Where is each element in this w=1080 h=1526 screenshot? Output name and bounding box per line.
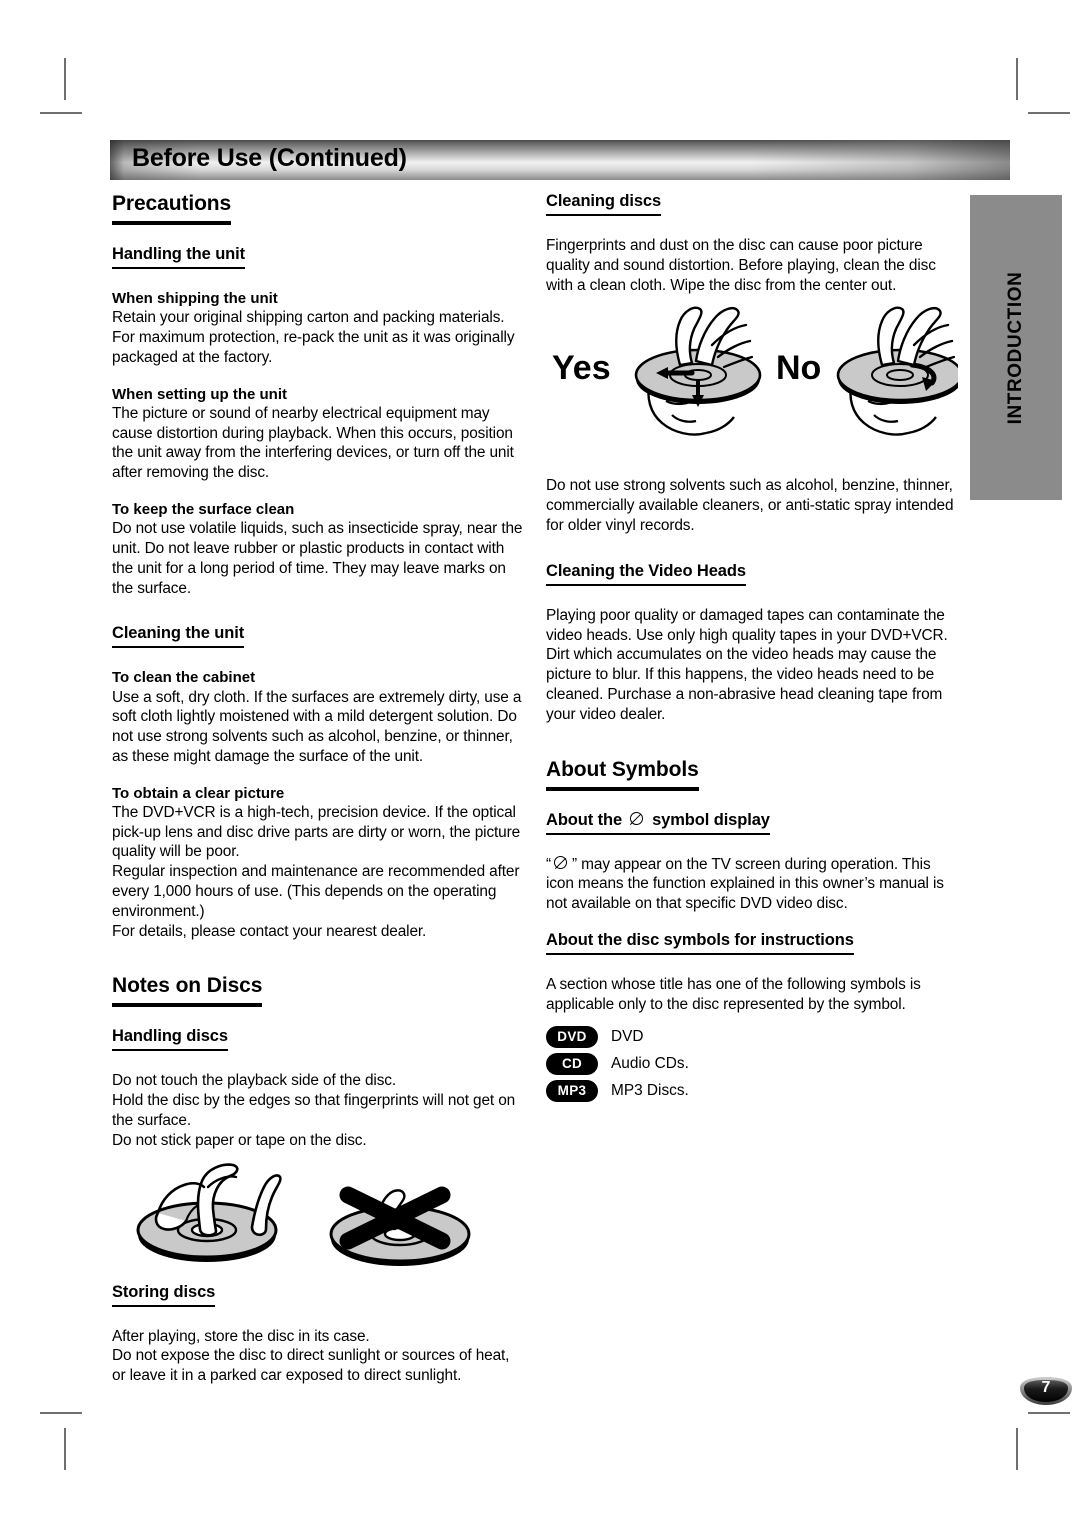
prohibition-circle-icon <box>629 811 645 827</box>
paragraph-symbol-display-text: ” may appear on the TV screen during ope… <box>546 855 944 913</box>
badge-mp3-description: MP3 Discs. <box>611 1081 689 1099</box>
crop-mark-top-left-vertical <box>64 58 66 100</box>
subheading-cleaning-discs: Cleaning discs <box>546 192 661 216</box>
minor-heading-when-shipping: When shipping the unit <box>112 290 278 307</box>
page-number-text: 7 <box>1041 1379 1051 1396</box>
badge-cd-description: Audio CDs. <box>611 1054 689 1072</box>
wipe-center-out-icon <box>634 306 762 437</box>
disc-handling-illustration <box>136 1162 471 1266</box>
quote-open: “ <box>546 855 552 873</box>
yes-label: Yes <box>552 349 611 387</box>
page-content: Before Use (Continued) INTRODUCTION Prec… <box>110 140 1072 1405</box>
paragraph-clear-picture-2: Regular inspection and maintenance are r… <box>112 863 520 920</box>
subheading-handling-discs-wrap: Handling discs <box>112 1027 524 1059</box>
figure-disc-handling <box>112 1161 524 1279</box>
paragraph-cleaning-discs: Fingerprints and dust on the disc can ca… <box>546 237 936 294</box>
crop-mark-bottom-right-horizontal <box>1028 1412 1070 1414</box>
side-tab-label: INTRODUCTION <box>1005 271 1026 424</box>
disc-symbol-row-dvd: DVD DVD <box>546 1025 958 1048</box>
paragraph-clear-picture-3: For details, please contact your nearest… <box>112 922 427 940</box>
paragraph-disc-symbols: A section whose title has one of the fol… <box>546 975 921 1013</box>
section-heading-about-symbols: About Symbols <box>546 758 699 791</box>
disc-touch-forbidden-icon <box>329 1186 471 1266</box>
wipe-circular-forbidden-icon <box>836 306 958 437</box>
subheading-cleaning-discs-wrap: Cleaning discs <box>546 192 958 224</box>
paragraph-storing-discs-1: After playing, store the disc in its cas… <box>112 1327 370 1345</box>
page-title: Before Use (Continued) <box>132 144 407 172</box>
paragraph-solvents: Do not use strong solvents such as alcoh… <box>546 477 954 534</box>
crop-mark-bottom-right-vertical <box>1016 1428 1018 1470</box>
subheading-symbol-display-prefix: About the <box>546 810 623 829</box>
crop-mark-bottom-left-horizontal <box>40 1412 82 1414</box>
subheading-video-heads-wrap: Cleaning the Video Heads <box>546 562 958 594</box>
paragraph-clear-picture-1: The DVD+VCR is a high-tech, precision de… <box>112 803 521 861</box>
section-precautions-heading-wrap: Precautions <box>112 192 524 234</box>
badge-cd: CD <box>546 1052 598 1075</box>
figure-disc-wipe: Yes No <box>546 301 958 476</box>
section-about-symbols-heading-wrap: About Symbols <box>546 758 958 800</box>
subheading-about-disc-symbols: About the disc symbols for instructions <box>546 931 854 955</box>
disc-symbol-row-cd: CD Audio CDs. <box>546 1052 958 1075</box>
paragraph-handling-discs-2: Hold the disc by the edges so that finge… <box>112 1092 516 1130</box>
paragraph-surface-clean: Do not use volatile liquids, such as ins… <box>112 520 523 597</box>
section-side-tab: INTRODUCTION <box>970 195 1062 500</box>
subheading-handling-the-unit-wrap: Handling the unit <box>112 245 524 277</box>
page-number-badge: 7 <box>1018 1376 1074 1406</box>
crop-mark-top-right-vertical <box>1016 58 1018 100</box>
section-heading-precautions: Precautions <box>112 192 231 225</box>
crop-mark-top-right-horizontal <box>1028 112 1070 114</box>
badge-mp3: MP3 <box>546 1079 598 1102</box>
subheading-cleaning-the-unit: Cleaning the unit <box>112 624 244 649</box>
badge-dvd: DVD <box>546 1025 598 1048</box>
prohibition-circle-icon-inline <box>554 855 569 871</box>
no-label: No <box>776 349 821 387</box>
subheading-disc-symbols-wrap: About the disc symbols for instructions <box>546 931 958 963</box>
disc-wipe-illustration: Yes No <box>552 306 958 437</box>
subheading-cleaning-the-unit-wrap: Cleaning the unit <box>112 624 524 656</box>
paragraph-storing-discs-2: Do not expose the disc to direct sunligh… <box>112 1347 510 1385</box>
minor-heading-when-setting-up: When setting up the unit <box>112 385 287 403</box>
crop-mark-top-left-horizontal <box>40 112 82 114</box>
right-column: Cleaning discs Fingerprints and dust on … <box>546 192 958 1102</box>
section-heading-notes-on-discs: Notes on Discs <box>112 974 262 1008</box>
subheading-symbol-display-wrap: About the symbol display <box>546 811 958 843</box>
section-notes-on-discs-heading-wrap: Notes on Discs <box>112 974 524 1016</box>
disc-symbol-row-mp3: MP3 MP3 Discs. <box>546 1079 958 1102</box>
subheading-handling-discs: Handling discs <box>112 1027 228 1052</box>
paragraph-when-setting-up: The picture or sound of nearby electrica… <box>112 404 514 482</box>
paragraph-symbol-display: “” may appear on the TV screen during op… <box>546 855 958 914</box>
minor-heading-surface-clean: To keep the surface clean <box>112 500 295 518</box>
disc-held-correctly-icon <box>136 1162 282 1262</box>
paragraph-video-heads: Playing poor quality or damaged tapes ca… <box>546 606 948 723</box>
subheading-handling-the-unit: Handling the unit <box>112 245 245 269</box>
minor-heading-clear-picture: To obtain a clear picture <box>112 784 285 802</box>
badge-dvd-description: DVD <box>611 1027 644 1045</box>
paragraph-when-shipping: Retain your original shipping carton and… <box>112 309 515 366</box>
subheading-cleaning-video-heads: Cleaning the Video Heads <box>546 562 746 586</box>
subheading-storing-discs: Storing discs <box>112 1283 215 1307</box>
left-column: Precautions Handling the unit When shipp… <box>112 192 524 1386</box>
paragraph-clean-cabinet: Use a soft, dry cloth. If the surfaces a… <box>112 688 522 765</box>
subheading-about-the-symbol-display: About the symbol display <box>546 811 770 835</box>
subheading-symbol-display-suffix: symbol display <box>652 810 770 829</box>
paragraph-handling-discs-3: Do not stick paper or tape on the disc. <box>112 1131 367 1149</box>
paragraph-handling-discs-1: Do not touch the playback side of the di… <box>112 1072 397 1090</box>
subheading-storing-discs-wrap: Storing discs <box>112 1283 524 1315</box>
minor-heading-clean-cabinet: To clean the cabinet <box>112 669 256 687</box>
crop-mark-bottom-left-vertical <box>64 1428 66 1470</box>
